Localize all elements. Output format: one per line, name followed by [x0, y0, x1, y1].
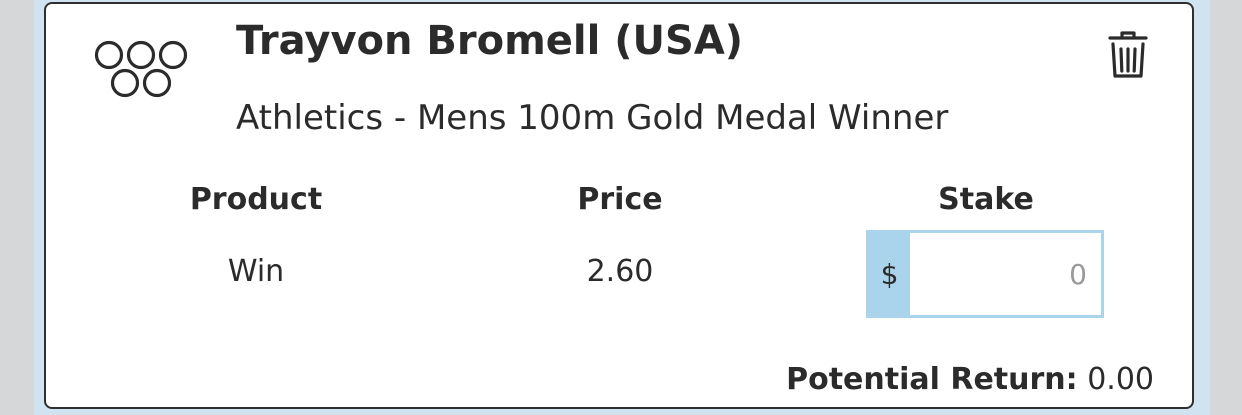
stake-column-header: Stake: [938, 182, 1034, 217]
price-column-header: Price: [577, 182, 663, 217]
market-name: Athletics - Mens 100m Gold Medal Winner: [236, 98, 949, 138]
potential-return-label: Potential Return:: [786, 362, 1078, 397]
selection-title: Trayvon Bromell (USA): [236, 18, 744, 64]
product-column-header: Product: [189, 182, 323, 217]
potential-return-value: 0.00: [1087, 362, 1154, 397]
price-value: 2.60: [586, 254, 654, 289]
potential-return: Potential Return: 0.00: [786, 362, 1154, 397]
bet-slip-card: Trayvon Bromell (USA) Athletics - Mens 1…: [44, 2, 1194, 409]
stake-field[interactable]: $: [866, 230, 1104, 318]
stake-input[interactable]: [910, 233, 1101, 315]
currency-prefix: $: [869, 233, 910, 315]
olympic-rings-icon: [94, 40, 188, 98]
product-value: Win: [227, 254, 285, 289]
trash-icon[interactable]: [1106, 30, 1150, 80]
